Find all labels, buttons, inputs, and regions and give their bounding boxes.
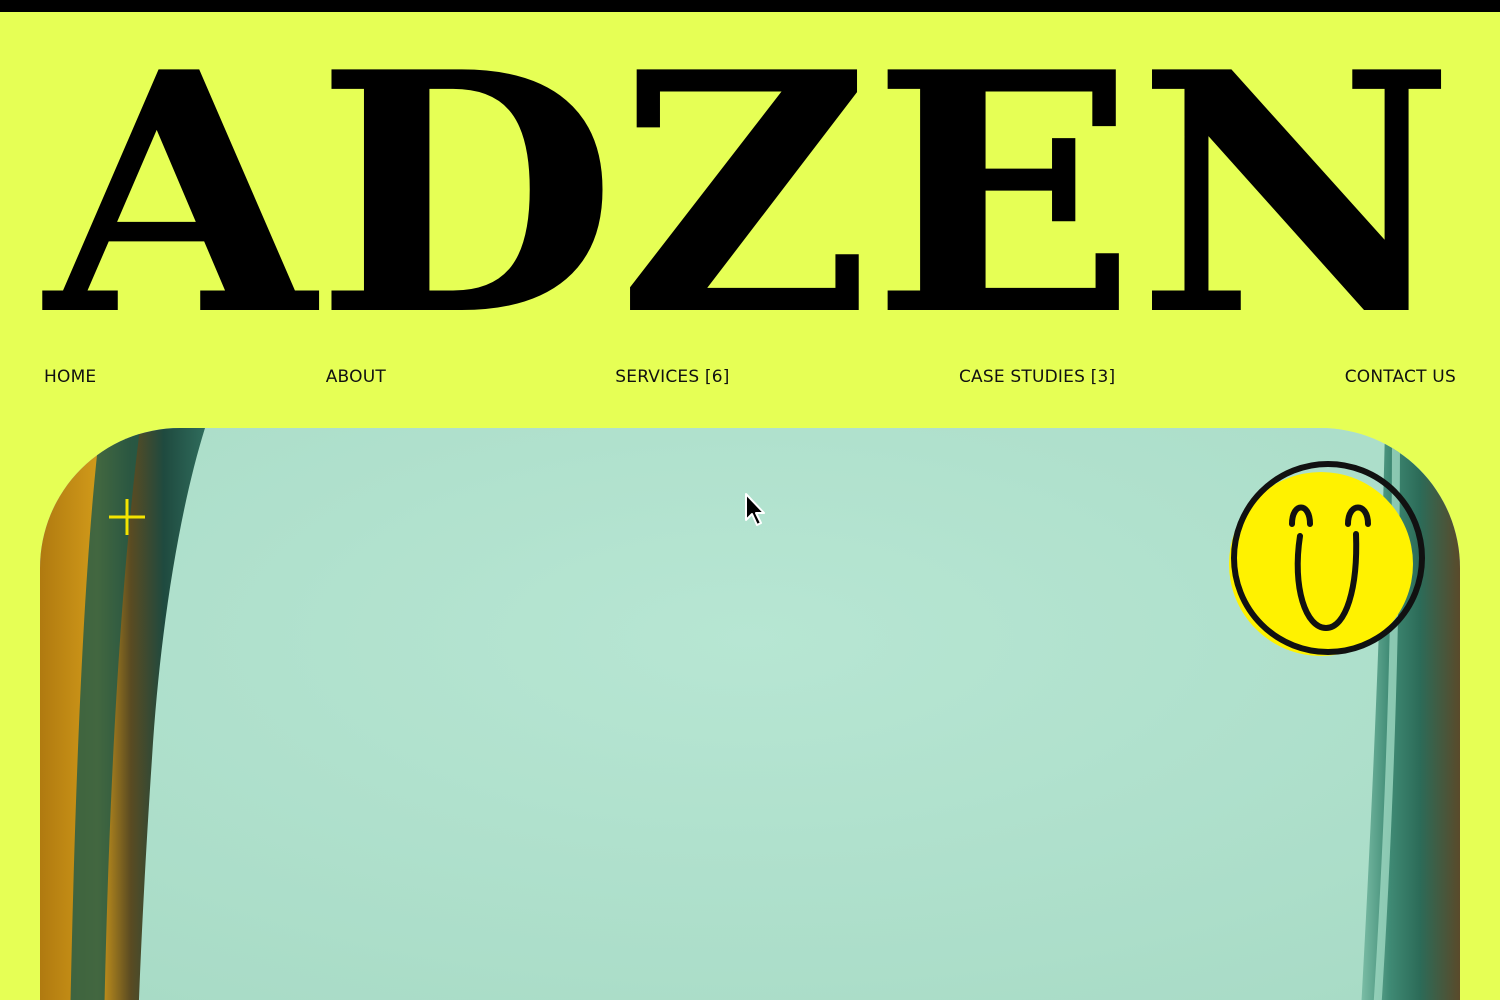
nav-contact-link[interactable]: CONTACT US [1345, 367, 1456, 387]
nav-about-link[interactable]: ABOUT [326, 367, 386, 387]
nav-services-link[interactable]: SERVICES [6] [615, 367, 729, 387]
brand-logo[interactable]: ADZEN [40, 40, 1460, 330]
plus-icon[interactable] [108, 498, 146, 536]
smiley-face-icon[interactable] [1228, 458, 1430, 660]
hero-video[interactable] [40, 428, 1460, 1000]
brand-wordmark: ADZEN [40, 40, 1455, 330]
nav-home-link[interactable]: HOME [44, 367, 96, 387]
top-bar [0, 0, 1500, 12]
brand-wordmark-text: ADZEN [40, 40, 1455, 330]
main-nav: HOME ABOUT SERVICES [6] CASE STUDIES [3]… [44, 362, 1456, 392]
nav-case-studies-link[interactable]: CASE STUDIES [3] [959, 367, 1115, 387]
